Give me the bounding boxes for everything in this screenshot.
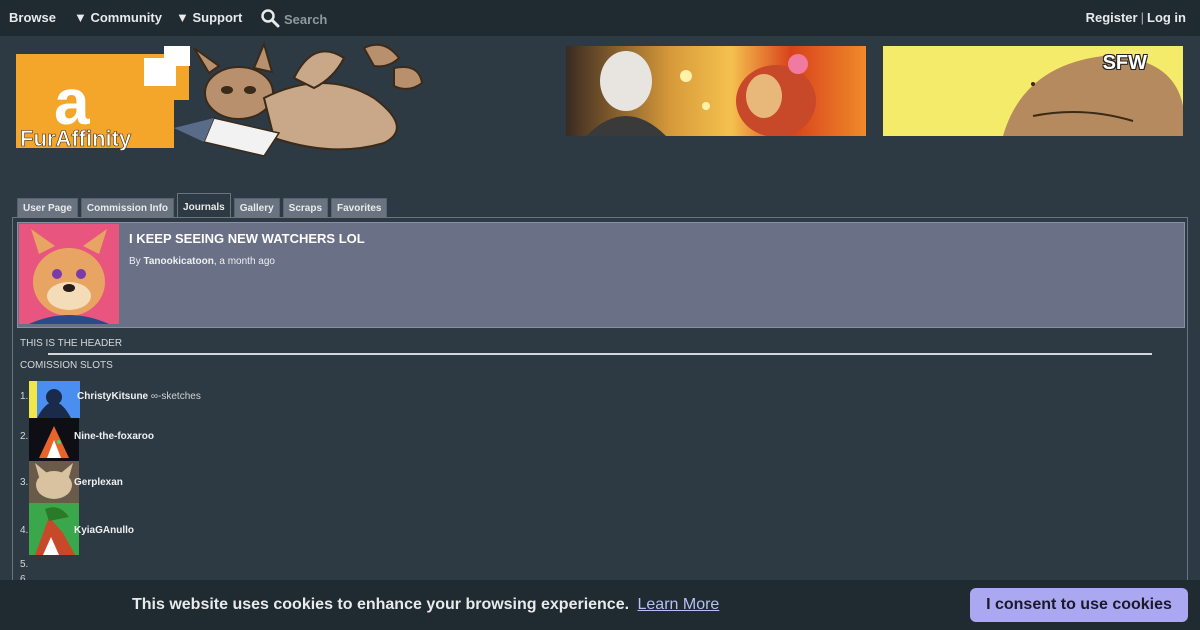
- tab-favorites[interactable]: Favorites: [331, 198, 388, 217]
- tab-journals[interactable]: Journals: [177, 193, 231, 217]
- slot-number: 4.: [20, 525, 29, 536]
- profile-tabs: User Page Commission Info Journals Galle…: [17, 193, 388, 217]
- cookie-message-text: This website uses cookies to enhance you…: [132, 596, 630, 613]
- tab-scraps[interactable]: Scraps: [282, 198, 329, 217]
- search-box: [260, 8, 404, 31]
- ad-banner-right[interactable]: SFW: [883, 46, 1183, 136]
- learn-more-link[interactable]: Learn More: [638, 596, 720, 613]
- slot-name[interactable]: Nine-the-foxaroo: [74, 431, 154, 442]
- login-link[interactable]: Log in: [1147, 10, 1186, 25]
- slot-number: 5.: [20, 559, 29, 570]
- slot-name[interactable]: ChristyKitsune ∞-sketches: [77, 391, 201, 402]
- slot-avatar[interactable]: [29, 461, 79, 503]
- author-avatar[interactable]: [19, 224, 119, 324]
- sfw-badge: SFW: [1102, 52, 1147, 74]
- cookie-message: This website uses cookies to enhance you…: [132, 596, 719, 614]
- community-menu[interactable]: ▼ Community: [74, 10, 162, 25]
- support-menu[interactable]: ▼ Support: [176, 10, 242, 25]
- section-title: COMISSION SLOTS: [20, 360, 113, 371]
- top-nav: Browse ▼ Community ▼ Support Register|Lo…: [0, 0, 1200, 36]
- divider: [48, 353, 1152, 355]
- tab-commission-info[interactable]: Commission Info: [80, 198, 175, 217]
- journal-header: I KEEP SEEING NEW WATCHERS LOL By Tanook…: [17, 222, 1185, 328]
- tab-user-page[interactable]: User Page: [17, 198, 78, 217]
- slot-avatar[interactable]: [29, 418, 79, 461]
- slot-avatar[interactable]: [29, 381, 80, 418]
- tab-gallery[interactable]: Gallery: [233, 198, 280, 217]
- slot-name[interactable]: KyiaGAnullo: [74, 525, 134, 536]
- slot-name[interactable]: Gerplexan: [74, 477, 123, 488]
- slot-number: 3.: [20, 477, 29, 488]
- site-logo[interactable]: a FurAffinity: [14, 38, 424, 160]
- journal-container: I KEEP SEEING NEW WATCHERS LOL By Tanook…: [12, 217, 1188, 597]
- author-link[interactable]: Tanookicatoon: [143, 256, 213, 267]
- search-input[interactable]: [284, 12, 404, 27]
- ad-banner-left[interactable]: [566, 46, 866, 136]
- logo-text: FurAffinity: [20, 126, 132, 151]
- journal-byline: By Tanookicatoon, a month ago: [129, 256, 275, 267]
- byline-prefix: By: [129, 256, 144, 267]
- auth-separator: |: [1140, 10, 1144, 25]
- slot-avatar[interactable]: [29, 503, 79, 555]
- journal-title: I KEEP SEEING NEW WATCHERS LOL: [129, 231, 365, 246]
- browse-link[interactable]: Browse: [9, 10, 56, 25]
- search-icon[interactable]: [260, 8, 280, 31]
- journal-header-text: THIS IS THE HEADER: [20, 338, 123, 349]
- slot-number: 1.: [20, 391, 29, 402]
- register-link[interactable]: Register: [1086, 10, 1138, 25]
- auth-links: Register | Log in: [1086, 10, 1186, 25]
- slot-note: ∞-sketches: [148, 391, 201, 402]
- consent-button[interactable]: I consent to use cookies: [970, 588, 1188, 622]
- journal-time: , a month ago: [213, 256, 275, 267]
- cookie-banner: This website uses cookies to enhance you…: [0, 580, 1200, 630]
- slot-number: 2.: [20, 431, 29, 442]
